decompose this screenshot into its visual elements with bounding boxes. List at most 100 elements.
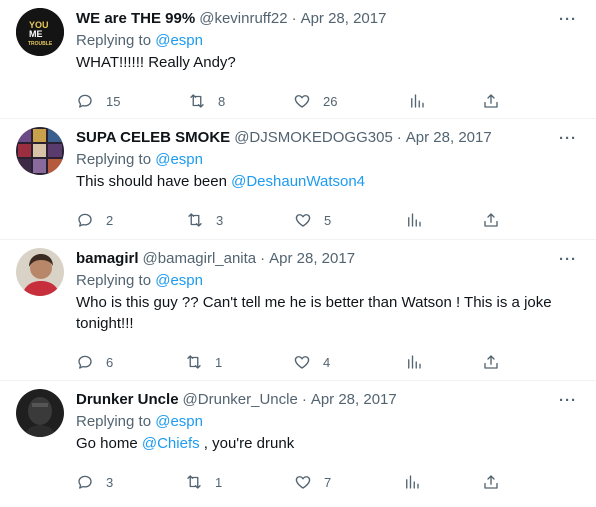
reply-button[interactable]: 15 bbox=[76, 90, 120, 112]
more-options-button[interactable]: ··· bbox=[556, 8, 580, 30]
tweet-date[interactable]: Apr 28, 2017 bbox=[301, 8, 387, 30]
views-button[interactable] bbox=[403, 471, 421, 493]
views-icon bbox=[411, 94, 424, 108]
retweet-icon bbox=[187, 355, 201, 369]
views-icon bbox=[408, 355, 421, 369]
replying-label: Replying to bbox=[76, 272, 152, 289]
tweet[interactable]: ··· Drunker Uncle @Drunker_Uncle · Apr 2… bbox=[0, 381, 596, 497]
tweet-text: This should have been @DeshaunWatson4 bbox=[76, 171, 580, 192]
views-icon bbox=[408, 213, 421, 227]
tweet-date[interactable]: Apr 28, 2017 bbox=[269, 248, 355, 270]
reply-count: 2 bbox=[106, 212, 114, 228]
like-button[interactable]: 5 bbox=[294, 209, 331, 231]
reply-icon bbox=[78, 94, 92, 108]
replying-label: Replying to bbox=[76, 413, 152, 430]
retweet-button[interactable]: 3 bbox=[186, 209, 223, 231]
share-button[interactable] bbox=[482, 90, 500, 112]
share-icon bbox=[484, 94, 498, 108]
share-button[interactable] bbox=[482, 471, 500, 493]
retweet-icon bbox=[187, 475, 201, 489]
replying-to-link[interactable]: @espn bbox=[155, 32, 203, 49]
share-icon bbox=[484, 475, 498, 489]
like-count: 4 bbox=[323, 354, 331, 370]
reply-feed: YOU ME TROUBLE ··· WE are THE 99% @kevin… bbox=[0, 0, 596, 497]
user-handle[interactable]: @kevinruff22 bbox=[199, 8, 287, 30]
like-count: 26 bbox=[323, 93, 338, 109]
retweet-button[interactable]: 1 bbox=[185, 351, 222, 373]
more-icon: ··· bbox=[559, 129, 577, 147]
views-button[interactable] bbox=[405, 351, 423, 373]
heart-icon bbox=[295, 476, 311, 489]
more-options-button[interactable]: ··· bbox=[556, 389, 580, 411]
reply-count: 6 bbox=[106, 354, 114, 370]
reply-button[interactable]: 3 bbox=[76, 471, 113, 493]
replying-to: Replying to @espn bbox=[76, 149, 580, 171]
reply-icon bbox=[78, 213, 92, 227]
tweet[interactable]: YOU ME TROUBLE ··· WE are THE 99% @kevin… bbox=[0, 0, 596, 119]
retweet-count: 1 bbox=[215, 474, 223, 490]
replying-label: Replying to bbox=[76, 151, 152, 168]
share-button[interactable] bbox=[482, 351, 500, 373]
more-options-button[interactable]: ··· bbox=[556, 127, 580, 149]
user-handle[interactable]: @DJSMOKEDOGG305 bbox=[234, 127, 393, 149]
separator: · bbox=[291, 10, 297, 27]
replying-to: Replying to @espn bbox=[76, 30, 580, 52]
tweet-header: Drunker Uncle @Drunker_Uncle · Apr 28, 2… bbox=[76, 389, 580, 411]
tweet[interactable]: ··· SUPA CELEB SMOKE @DJSMOKEDOGG305 · A… bbox=[0, 119, 596, 240]
display-name[interactable]: SUPA CELEB SMOKE bbox=[76, 127, 230, 149]
action-bar: 2 3 5 bbox=[76, 199, 580, 245]
reply-icon bbox=[78, 355, 92, 369]
like-button[interactable]: 26 bbox=[293, 90, 337, 112]
tweet-date[interactable]: Apr 28, 2017 bbox=[311, 389, 397, 411]
avatar[interactable] bbox=[16, 389, 64, 437]
like-count: 7 bbox=[324, 474, 332, 490]
more-options-button[interactable]: ··· bbox=[556, 248, 580, 270]
display-name[interactable]: WE are THE 99% bbox=[76, 8, 195, 30]
tweet-text-line: Who is this guy ?? Can't tell me he is b… bbox=[76, 294, 552, 311]
views-icon bbox=[406, 475, 419, 489]
more-icon: ··· bbox=[559, 10, 577, 28]
user-handle[interactable]: @Drunker_Uncle bbox=[183, 389, 298, 411]
retweet-button[interactable]: 1 bbox=[185, 471, 222, 493]
retweet-button[interactable]: 8 bbox=[188, 90, 225, 112]
like-button[interactable]: 4 bbox=[293, 351, 330, 373]
avatar[interactable]: YOU ME TROUBLE bbox=[16, 8, 64, 56]
retweet-count: 8 bbox=[218, 93, 226, 109]
share-icon bbox=[484, 355, 498, 369]
heart-icon bbox=[295, 214, 311, 227]
replying-to-link[interactable]: @espn bbox=[155, 413, 203, 430]
replying-to-link[interactable]: @espn bbox=[155, 272, 203, 289]
share-icon bbox=[484, 213, 498, 227]
replying-to-link[interactable]: @espn bbox=[155, 151, 203, 168]
display-name[interactable]: Drunker Uncle bbox=[76, 389, 179, 411]
views-button[interactable] bbox=[408, 90, 426, 112]
like-button[interactable]: 7 bbox=[294, 471, 331, 493]
separator: · bbox=[301, 391, 307, 408]
reply-button[interactable]: 6 bbox=[76, 351, 113, 373]
mention-link[interactable]: @Chiefs bbox=[142, 435, 200, 452]
reply-button[interactable]: 2 bbox=[76, 209, 113, 231]
tweet-text-part: , you're drunk bbox=[199, 435, 295, 452]
user-handle[interactable]: @bamagirl_anita bbox=[143, 248, 257, 270]
retweet-icon bbox=[190, 94, 204, 108]
tweet-date[interactable]: Apr 28, 2017 bbox=[406, 127, 492, 149]
separator: · bbox=[396, 129, 402, 146]
tweet-text: Who is this guy ?? Can't tell me he is b… bbox=[76, 292, 580, 334]
replying-to: Replying to @espn bbox=[76, 411, 580, 433]
retweet-count: 1 bbox=[215, 354, 223, 370]
more-icon: ··· bbox=[559, 391, 577, 409]
replying-to: Replying to @espn bbox=[76, 270, 580, 292]
tweet-header: SUPA CELEB SMOKE @DJSMOKEDOGG305 · Apr 2… bbox=[76, 127, 580, 149]
avatar[interactable] bbox=[16, 248, 64, 296]
tweet[interactable]: ··· bamagirl @bamagirl_anita · Apr 28, 2… bbox=[0, 240, 596, 381]
tweet-text-line: tonight!!! bbox=[76, 315, 134, 332]
tweet-header: WE are THE 99% @kevinruff22 · Apr 28, 20… bbox=[76, 8, 580, 30]
heart-icon bbox=[294, 356, 310, 369]
mention-link[interactable]: @DeshaunWatson4 bbox=[231, 173, 365, 190]
views-button[interactable] bbox=[405, 209, 423, 231]
avatar[interactable] bbox=[16, 127, 64, 175]
separator: · bbox=[260, 250, 266, 267]
share-button[interactable] bbox=[482, 209, 500, 231]
tweet-header: bamagirl @bamagirl_anita · Apr 28, 2017 bbox=[76, 248, 580, 270]
display-name[interactable]: bamagirl bbox=[76, 248, 139, 270]
